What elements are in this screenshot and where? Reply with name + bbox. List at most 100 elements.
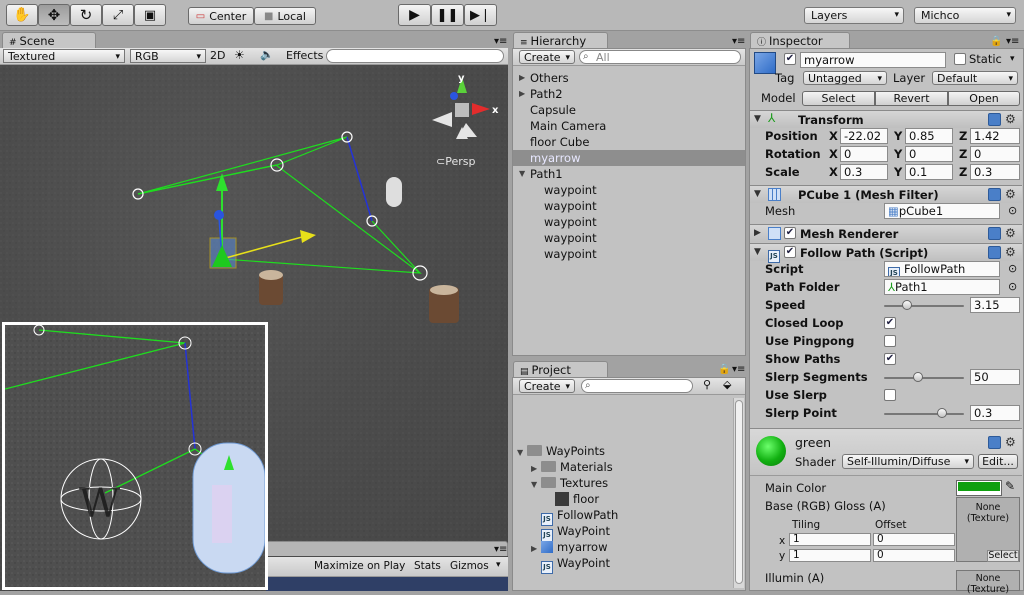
layers-dropdown[interactable]: Layers — [804, 7, 904, 24]
gizmos-dropdown[interactable]: Gizmos — [450, 560, 489, 572]
scale-tool-button[interactable]: ⤢ — [102, 4, 134, 26]
tiling-x-input[interactable]: 1 — [789, 533, 871, 546]
rotation-x-input[interactable]: 0 — [840, 146, 888, 162]
follow-path-header[interactable]: ▼ JS ✔ Follow Path (Script) ⚙ — [750, 243, 1022, 263]
gear-icon[interactable]: ⚙ — [1005, 245, 1016, 259]
hand-tool-button[interactable]: ✋ — [6, 4, 38, 26]
hierarchy-panel-menu-icon[interactable]: ▾≡ — [732, 36, 745, 47]
hierarchy-item[interactable]: myarrow — [513, 150, 745, 166]
project-item[interactable]: ▶ Materials — [531, 460, 613, 474]
color-picker-eyedropper-icon[interactable]: ✎ — [1005, 479, 1015, 493]
object-picker-icon[interactable]: ⊙ — [1008, 262, 1017, 275]
color-mode-dropdown[interactable]: RGB — [130, 49, 206, 63]
scene-panel-menu-icon[interactable]: ▾≡ — [494, 36, 507, 47]
hierarchy-item[interactable]: ▶ Path2 — [513, 86, 745, 102]
expand-triangle-icon[interactable]: ▶ — [531, 544, 541, 553]
model-open-button[interactable]: Open — [948, 91, 1020, 106]
tag-dropdown[interactable]: Untagged — [803, 71, 887, 85]
model-revert-button[interactable]: Revert — [875, 91, 948, 106]
filter-by-label-icon[interactable]: ⬙ — [723, 378, 731, 391]
maximize-on-play-button[interactable]: Maximize on Play — [314, 560, 405, 572]
space-local-button[interactable]: ■ Local — [254, 7, 316, 25]
shader-edit-button[interactable]: Edit... — [978, 454, 1018, 469]
tab-inspector[interactable]: ⓘ Inspector — [750, 32, 850, 49]
help-book-icon[interactable] — [988, 113, 1001, 126]
show-paths-checkbox[interactable]: ✔ — [884, 353, 896, 365]
hierarchy-search-input[interactable]: ⌕ All — [579, 50, 741, 64]
object-picker-icon[interactable]: ⊙ — [1008, 204, 1017, 217]
hierarchy-item[interactable]: waypoint — [513, 182, 745, 198]
mode-2d-toggle[interactable]: 2D — [210, 49, 230, 63]
mesh-renderer-enabled-checkbox[interactable]: ✔ — [784, 227, 796, 239]
slerp-point-slider-track[interactable] — [884, 413, 964, 415]
expand-triangle-icon[interactable]: ▶ — [531, 464, 541, 473]
project-item[interactable]: ▼ Textures — [531, 476, 608, 490]
stats-button[interactable]: Stats — [414, 560, 441, 572]
hierarchy-item[interactable]: waypoint — [513, 198, 745, 214]
offset-y-input[interactable]: 0 — [873, 549, 955, 562]
project-panel-menu-icon[interactable]: ▾≡ — [732, 364, 745, 375]
slerp-segments-input[interactable]: 50 — [970, 369, 1020, 385]
rect-tool-button[interactable]: ▣ — [134, 4, 166, 26]
gear-icon[interactable]: ⚙ — [1005, 187, 1016, 201]
texture-select-button[interactable]: Select — [987, 550, 1019, 562]
hierarchy-item[interactable]: ▶ Others — [513, 70, 745, 86]
lighting-sun-icon[interactable]: ☀ — [234, 48, 245, 62]
illumin-texture-slot[interactable]: None (Texture) — [956, 570, 1020, 595]
offset-x-input[interactable]: 0 — [873, 533, 955, 546]
effects-dropdown[interactable]: Effects — [286, 49, 323, 63]
position-y-input[interactable]: 0.85 — [905, 128, 953, 144]
persp-label[interactable]: ⊂Persp — [436, 155, 475, 168]
model-select-button[interactable]: Select — [802, 91, 875, 106]
path-folder-object-field[interactable]: ⅄Path1 — [884, 279, 1000, 295]
game-panel-menu-icon[interactable]: ▾≡ — [494, 544, 507, 555]
use-slerp-checkbox[interactable] — [884, 389, 896, 401]
tab-scene[interactable]: # Scene — [2, 32, 96, 49]
rotation-y-input[interactable]: 0 — [905, 146, 953, 162]
mesh-filter-header[interactable]: ▼ PCube 1 (Mesh Filter) ⚙ — [750, 185, 1022, 203]
gear-icon[interactable]: ⚙ — [1005, 112, 1016, 126]
project-item[interactable]: floor — [545, 492, 599, 506]
speed-input[interactable]: 3.15 — [970, 297, 1020, 313]
slerp-point-slider-knob[interactable] — [936, 408, 947, 418]
hierarchy-item[interactable]: Main Camera — [513, 118, 745, 134]
mesh-object-field[interactable]: ▦pCube1 — [884, 203, 1000, 219]
help-book-icon[interactable] — [988, 436, 1001, 449]
collapse-triangle-icon[interactable]: ▼ — [519, 166, 525, 182]
tiling-y-input[interactable]: 1 — [789, 549, 871, 562]
layer-dropdown[interactable]: Default — [932, 71, 1018, 85]
hierarchy-item[interactable]: waypoint — [513, 246, 745, 262]
game-viewport[interactable] — [266, 577, 508, 591]
hierarchy-item[interactable]: floor Cube — [513, 134, 745, 150]
filter-by-type-icon[interactable]: ⚲ — [703, 378, 711, 391]
help-book-icon[interactable] — [988, 227, 1001, 240]
base-texture-slot[interactable]: None (Texture) Select — [956, 497, 1020, 562]
project-item[interactable]: ▼ WayPoints — [517, 444, 605, 458]
project-scrollbar-thumb[interactable] — [735, 400, 743, 584]
script-object-field[interactable]: JS FollowPath — [884, 261, 1000, 277]
collapse-triangle-icon[interactable]: ▼ — [531, 480, 541, 489]
hierarchy-create-dropdown[interactable]: Create — [519, 50, 575, 64]
project-search-input[interactable]: ⌕ — [581, 379, 693, 393]
shader-dropdown[interactable]: Self-Illumin/Diffuse — [842, 454, 974, 469]
inspector-panel-menu-icon[interactable]: ▾≡ — [1006, 36, 1019, 47]
speed-slider-track[interactable] — [884, 305, 964, 307]
collapse-triangle-icon[interactable]: ▼ — [517, 448, 527, 457]
object-name-input[interactable]: myarrow — [800, 52, 946, 68]
hierarchy-item[interactable]: ▼ Path1 — [513, 166, 745, 182]
project-scrollbar[interactable] — [733, 398, 744, 588]
tab-hierarchy[interactable]: ≡ Hierarchy — [513, 32, 608, 49]
gear-icon[interactable]: ⚙ — [1005, 226, 1016, 240]
transform-header[interactable]: ▼ ⅄ Transform ⚙ — [750, 110, 1022, 128]
static-checkbox[interactable] — [954, 53, 966, 65]
expand-triangle-icon[interactable]: ▶ — [519, 86, 525, 102]
main-color-swatch[interactable] — [956, 480, 1002, 496]
closed-loop-checkbox[interactable]: ✔ — [884, 317, 896, 329]
pause-button[interactable]: ❚❚ — [431, 4, 464, 26]
help-book-icon[interactable] — [988, 246, 1001, 259]
help-book-icon[interactable] — [988, 188, 1001, 201]
position-x-input[interactable]: -22.02 — [840, 128, 888, 144]
render-mode-dropdown[interactable]: Textured — [3, 49, 125, 63]
hierarchy-item[interactable]: Capsule — [513, 102, 745, 118]
step-button[interactable]: ▶❘ — [464, 4, 497, 26]
